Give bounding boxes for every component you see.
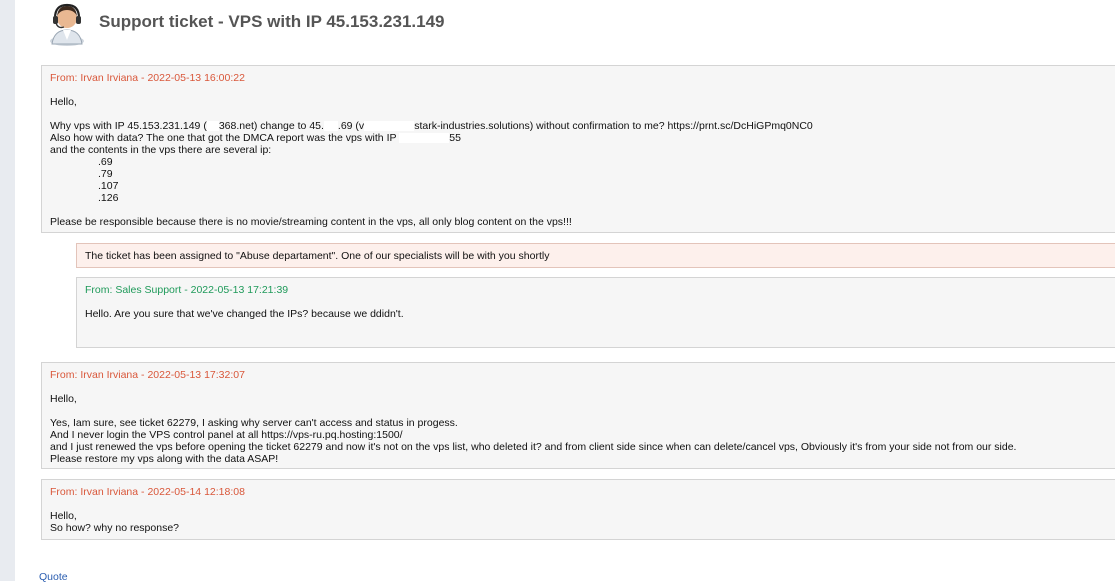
message-line: Please restore my vps along with the dat…	[50, 453, 279, 465]
message-greeting: Hello,	[50, 393, 77, 405]
redacted-block	[206, 121, 219, 132]
ticket-message-client: From: Irvan Irviana - 2022-05-13 16:00:2…	[41, 65, 1115, 233]
ip-list-item: .69	[98, 156, 113, 168]
message-author-date: From: Irvan Irviana - 2022-05-14 12:18:0…	[50, 486, 245, 498]
redacted-block	[399, 133, 450, 144]
message-author-date: From: Sales Support - 2022-05-13 17:21:3…	[85, 284, 289, 296]
redacted-block	[323, 121, 338, 132]
support-agent-icon	[50, 3, 84, 46]
message-line: Please be responsible because there is n…	[50, 216, 572, 228]
message-line: So how? why no response?	[50, 522, 179, 534]
ticket-message-client: From: Irvan Irviana - 2022-05-13 17:32:0…	[41, 362, 1115, 469]
message-line: Also how with data? The one that got the…	[50, 132, 461, 144]
message-line: and I just renewed the vps before openin…	[50, 441, 1017, 453]
ip-list-item: .126	[98, 192, 119, 204]
ip-list-item: .107	[98, 180, 119, 192]
page-title: Support ticket - VPS with IP 45.153.231.…	[99, 12, 445, 31]
assignment-notice: The ticket has been assigned to "Abuse d…	[76, 243, 1115, 268]
ip-list-item: .79	[98, 168, 113, 180]
left-sidebar-strip	[0, 0, 15, 581]
message-line: Yes, Iam sure, see ticket 62279, I askin…	[50, 417, 458, 429]
redacted-block	[364, 121, 415, 132]
message-greeting: Hello,	[50, 96, 77, 108]
ticket-message-staff: From: Sales Support - 2022-05-13 17:21:3…	[76, 277, 1115, 348]
message-author-date: From: Irvan Irviana - 2022-05-13 17:32:0…	[50, 369, 245, 381]
message-line: And I never login the VPS control panel …	[50, 429, 403, 441]
message-author-date: From: Irvan Irviana - 2022-05-13 16:00:2…	[50, 72, 245, 84]
message-line: and the contents in the vps there are se…	[50, 144, 272, 156]
ticket-message-client: From: Irvan Irviana - 2022-05-14 12:18:0…	[41, 479, 1115, 540]
message-line: Hello,	[50, 510, 77, 522]
message-line: Why vps with IP 45.153.231.149 (368.net)…	[50, 120, 813, 132]
message-body: Hello. Are you sure that we've changed t…	[85, 308, 404, 320]
quote-link[interactable]: Quote	[39, 571, 68, 583]
